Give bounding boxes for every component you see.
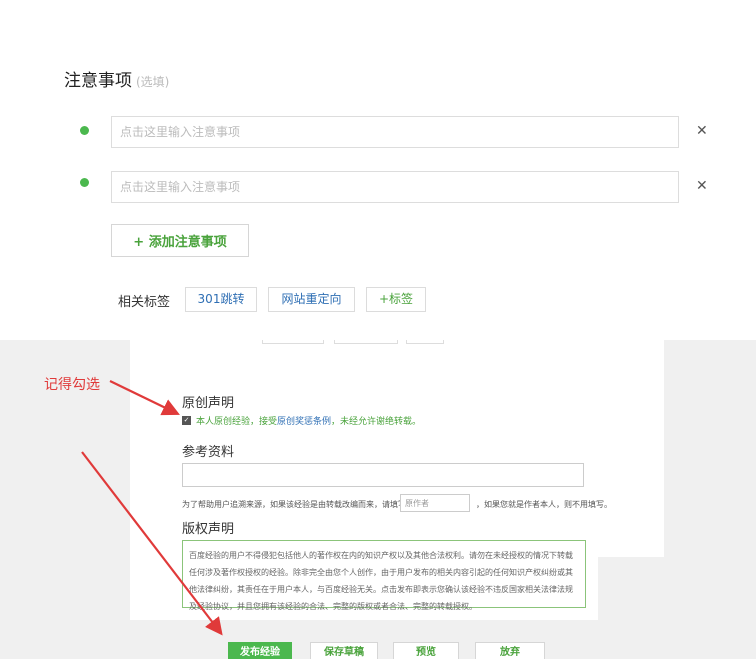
author-input[interactable] [400, 494, 470, 512]
tag-301-redirect[interactable]: 301跳转 [185, 287, 257, 312]
abandon-button[interactable]: 放弃 [475, 642, 545, 659]
bullet-icon [80, 126, 89, 135]
tags-label: 相关标签 [118, 295, 171, 310]
original-title: 原创声明 [182, 396, 235, 411]
checkbox-checked-icon[interactable]: ✓ [182, 416, 191, 425]
publish-button[interactable]: 发布经验 [228, 642, 292, 659]
bullet-icon [80, 178, 89, 187]
original-declaration-row[interactable]: ✓ 本人原创经验，接受 原创奖惩条例 ，未经允许谢绝转载。 [182, 414, 421, 427]
reference-textarea[interactable] [182, 463, 584, 487]
partial-button-edge [262, 340, 324, 344]
reference-help-text-2: ，如果您就是作者本人，则不用填写。 [476, 500, 612, 509]
add-tag-button[interactable]: +标签 [366, 287, 426, 312]
copyright-title: 版权声明 [182, 522, 235, 537]
note-input-1[interactable] [111, 116, 679, 148]
delete-note-2-close-icon[interactable]: ✕ [696, 178, 708, 194]
delete-note-1-close-icon[interactable]: ✕ [696, 123, 708, 139]
reference-title: 参考资料 [182, 445, 235, 460]
original-text-before: 本人原创经验，接受 [196, 417, 278, 427]
note-input-2[interactable] [111, 171, 679, 203]
add-note-button[interactable]: + 添加注意事项 [111, 224, 249, 257]
annotation-remember-check: 记得勾选 [44, 377, 100, 393]
reference-help-text: 为了帮助用户追溯来源，如果该经验是由转载改编而来，请填写 [182, 500, 406, 509]
copyright-text-box: 百度经验的用户不得侵犯包括他人的著作权在内的知识产权以及其他合法权利。请勿在未经… [182, 540, 586, 611]
notes-title-text: 注意事项 [64, 71, 132, 91]
original-rules-link[interactable]: 原创奖惩条例 [277, 414, 331, 427]
partial-button-edge [406, 340, 444, 344]
original-text-after: ，未经允许谢绝转载。 [331, 417, 422, 427]
partial-button-edge [334, 340, 398, 344]
notes-panel: 注意事项 (选填) ✕ ✕ + 添加注意事项 相关标签 301跳转 网站重定向 +… [0, 0, 756, 340]
notes-section-title: 注意事项 (选填) [64, 66, 169, 91]
preview-button[interactable]: 预览 [393, 642, 459, 659]
tag-site-redirect[interactable]: 网站重定向 [268, 287, 355, 312]
notes-optional-label: (选填) [136, 75, 170, 89]
save-draft-button[interactable]: 保存草稿 [310, 642, 378, 659]
